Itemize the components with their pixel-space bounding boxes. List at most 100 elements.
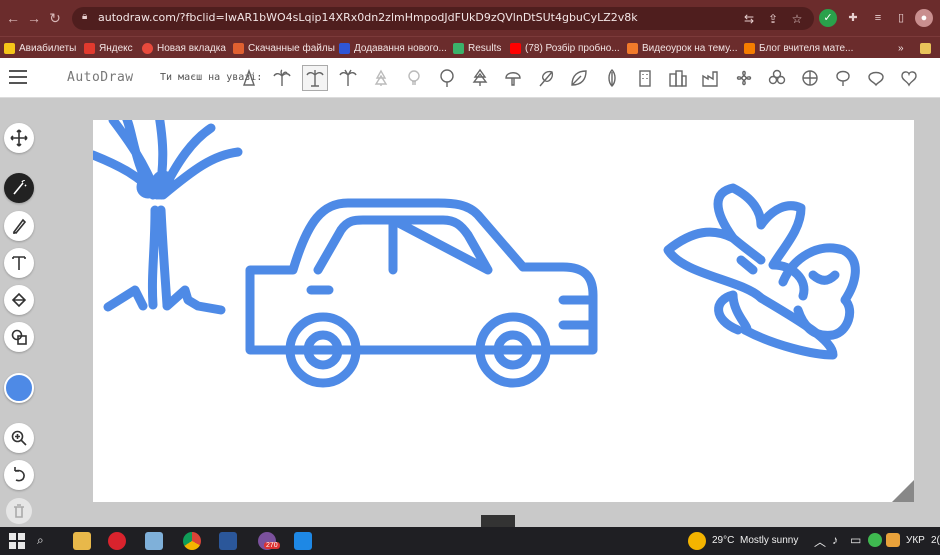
suggestion-lightbulb-icon[interactable] (401, 65, 427, 91)
pencil-icon (12, 218, 27, 235)
url-text[interactable]: autodraw.com/?fbclid=IwAR1bWO4sLqip14XRx… (98, 11, 638, 24)
drawing-canvas[interactable] (93, 120, 914, 502)
reading-list-icon[interactable]: ≡ (869, 9, 887, 27)
type-tool[interactable] (4, 248, 34, 278)
clock-text[interactable]: 2( (931, 535, 940, 546)
autodraw-tool[interactable] (4, 173, 34, 203)
suggestion-pine-tree-icon-2[interactable] (467, 65, 493, 91)
suggestion-palm-tree-icon[interactable] (269, 65, 295, 91)
suggestion-city-icon[interactable] (665, 65, 691, 91)
weather-temp[interactable]: 29°C (712, 535, 734, 546)
bookmark-item[interactable]: (78) Розбір пробно... (510, 40, 620, 56)
puzzle-icon[interactable]: ✚ (844, 9, 862, 27)
file-explorer-icon[interactable] (73, 532, 91, 550)
suggestion-leaf-icon-2[interactable] (863, 65, 889, 91)
suggestion-feather-icon-2[interactable] (599, 65, 625, 91)
share-icon[interactable]: ⇪ (766, 12, 780, 26)
bookmark-item[interactable]: Додавання нового... (339, 40, 447, 56)
network-icon[interactable]: ▭ (850, 533, 861, 547)
workspace (0, 98, 940, 527)
translate-icon[interactable]: ⇆ (742, 12, 756, 26)
browser-toolbar: ← → ↻ 🔒︎ autodraw.com/?fbclid=IwAR1bWO4s… (0, 0, 940, 36)
resize-handle[interactable] (892, 480, 914, 502)
more-bookmarks-icon[interactable]: » (898, 40, 904, 56)
suggestion-mushroom-icon[interactable] (500, 65, 526, 91)
word-icon[interactable] (219, 532, 237, 550)
weather-icon[interactable] (688, 532, 706, 550)
paint-icon[interactable] (145, 532, 163, 550)
move-tool[interactable] (4, 123, 34, 153)
windows-start-icon[interactable] (8, 532, 26, 550)
lock-icon: 🔒︎ (82, 11, 88, 22)
bookmark-item[interactable]: Новая вкладка (142, 40, 226, 56)
profile-avatar[interactable]: ● (915, 9, 933, 27)
video-editor-icon[interactable] (294, 532, 312, 550)
back-icon[interactable]: ← (4, 9, 22, 27)
sidebar-icon[interactable]: ▯ (892, 9, 910, 27)
suggestion-flower-icon-3[interactable] (896, 65, 922, 91)
forward-icon[interactable]: → (25, 9, 43, 27)
menu-icon[interactable] (9, 70, 27, 84)
suggestion-palm-tree-icon-3[interactable] (335, 65, 361, 91)
autodraw-icon (13, 180, 27, 195)
bookmark-item[interactable]: Results (453, 40, 501, 56)
suggestion-balloon-icon[interactable] (830, 65, 856, 91)
zoom-icon (11, 430, 27, 446)
suggestion-clover-icon[interactable] (764, 65, 790, 91)
zoom-tool[interactable] (4, 423, 34, 453)
language-indicator[interactable]: УКР (906, 535, 925, 546)
youtube-icon (510, 42, 521, 54)
suggestion-pine-tree-icon[interactable] (368, 65, 394, 91)
folder-icon[interactable] (920, 40, 931, 56)
folder-icon-glyph (920, 42, 931, 54)
new-tab-icon (142, 42, 153, 54)
bookmark-item[interactable]: Авиабилеты (4, 40, 76, 56)
bookmark-item[interactable]: Яндекс (84, 40, 133, 56)
fill-tool[interactable] (4, 285, 34, 315)
video-lesson-icon (627, 42, 638, 54)
palm-tree-drawing (93, 120, 243, 315)
suggestion-leaf-icon[interactable] (566, 65, 592, 91)
chrome-icon[interactable] (183, 532, 201, 550)
suggestion-flower-icon[interactable] (731, 65, 757, 91)
flowers-drawing (663, 183, 860, 360)
delete-tool[interactable] (6, 498, 32, 524)
paint-bucket-icon (11, 292, 27, 308)
car-drawing (245, 198, 598, 388)
bookmark-item[interactable]: Видеоурок на тему... (627, 40, 737, 56)
suggestion-palm-tree-icon-2[interactable] (302, 65, 328, 91)
bookmark-item[interactable]: Блог вчителя мате... (744, 40, 853, 56)
download-icon (233, 42, 244, 54)
suggestion-flower-icon-2[interactable] (797, 65, 823, 91)
draw-tool[interactable] (4, 211, 34, 241)
color-picker[interactable] (4, 373, 34, 403)
suggestion-tree-icon[interactable] (434, 65, 460, 91)
canvas-drawing (93, 120, 860, 388)
speaker-icon[interactable]: ♪ (832, 533, 838, 547)
suggestion-feather-icon[interactable] (533, 65, 559, 91)
move-icon (10, 129, 28, 147)
taskbar: ⌕ 270 29°C Mostly sunny ︿ ♪ ▭ УКР 2( (0, 527, 940, 555)
antivirus-icon[interactable] (868, 533, 882, 547)
app-header: AutoDraw Ти маєш на увазі: (0, 58, 940, 98)
bookmark-item[interactable]: Скачанные файлы (233, 40, 335, 56)
app-tray-icon[interactable] (886, 533, 900, 547)
search-icon[interactable]: ⌕ (37, 533, 44, 548)
shape-tool[interactable] (4, 322, 34, 352)
app-logo: AutoDraw (67, 70, 134, 85)
weather-text[interactable]: Mostly sunny (740, 535, 798, 546)
check-extension-icon[interactable]: ✓ (819, 9, 837, 27)
suggestion-building-icon[interactable] (632, 65, 658, 91)
suggestion-cone-icon[interactable] (236, 65, 262, 91)
undo-icon (14, 467, 25, 482)
suggestion-factory-icon[interactable] (698, 65, 724, 91)
blogger-icon (744, 42, 755, 54)
star-icon[interactable]: ☆ (790, 12, 804, 26)
opera-icon[interactable] (108, 532, 126, 550)
chevron-up-icon[interactable]: ︿ (814, 533, 826, 550)
reload-icon[interactable]: ↻ (46, 9, 64, 27)
address-bar[interactable]: 🔒︎ autodraw.com/?fbclid=IwAR1bWO4sLqip14… (72, 7, 814, 30)
trash-icon (14, 504, 24, 518)
site-icon (339, 42, 350, 54)
undo-tool[interactable] (4, 460, 34, 490)
